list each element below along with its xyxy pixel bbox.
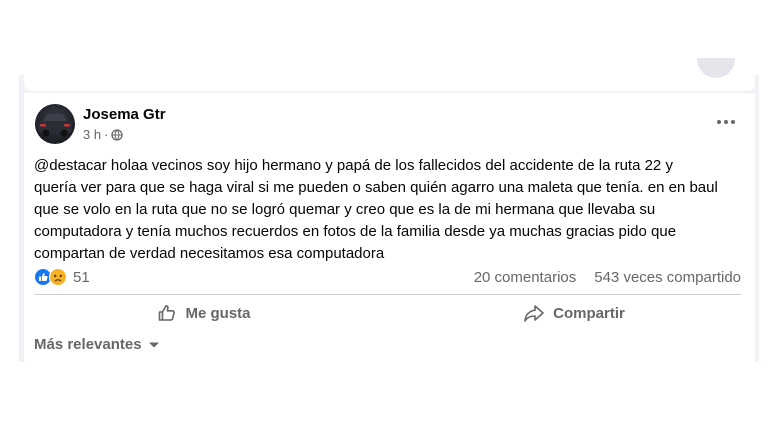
share-button[interactable]: Compartir [404,297,744,329]
share-arrow-icon [524,305,544,322]
avatar[interactable] [35,104,75,144]
comments-count-link[interactable]: 20 comentarios [474,269,577,286]
more-options-icon [717,120,735,124]
thumbs-up-icon [159,305,176,321]
comments-sort-label: Más relevantes [34,336,142,353]
meta-dot: · [104,127,109,142]
reaction-count: 51 [73,268,90,286]
like-button[interactable]: Me gusta [34,297,374,329]
sad-reaction-icon [49,268,67,286]
post-text: @destacar holaa vecinos soy hijo hermano… [34,157,718,262]
like-button-label: Me gusta [185,304,251,322]
comments-sort-dropdown[interactable]: Más relevantes [34,336,160,353]
more-options-button[interactable] [711,107,741,137]
reactions-summary[interactable]: 51 [34,268,90,286]
post-author[interactable]: Josema Gtr [83,106,166,123]
share-button-label: Compartir [553,304,625,322]
actions-divider [34,294,741,295]
previous-post-card [24,75,755,91]
shares-count-link[interactable]: 543 veces compartido [594,269,741,286]
avatar-car-icon [38,114,72,137]
engagement-stats: 20 comentarios 543 veces compartido [474,269,741,286]
post-meta: 3 h · [83,127,124,142]
audience-globe-icon[interactable] [111,128,124,141]
caret-down-icon [148,342,159,347]
post-time[interactable]: 3 h [83,127,101,142]
post-card: Josema Gtr 3 h · @destacar holaa vecinos… [24,93,755,362]
